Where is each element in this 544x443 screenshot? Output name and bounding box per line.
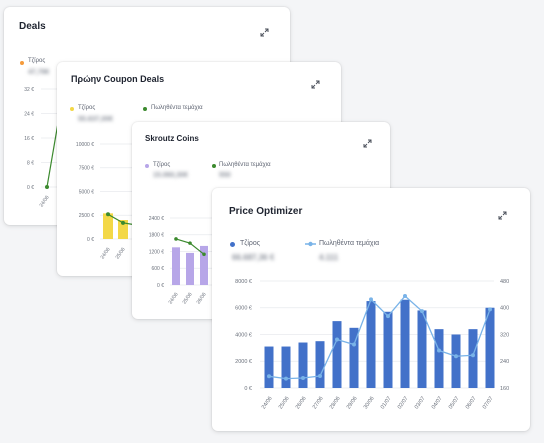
data-point [488,307,492,312]
y2-tick-label: 480 [500,279,509,285]
y-tick-label: 4000 € [235,332,252,338]
x-tick-label: 29/06 [346,396,359,411]
x-tick-label: 02/07 [397,396,410,411]
x-tick-label: 24/06 [168,292,180,306]
y-tick-label: 2400 € [149,216,165,222]
revenue-bar [103,213,113,239]
revenue-bar [434,329,444,388]
data-point [386,314,390,319]
data-point [335,337,339,342]
revenue-bar [264,346,274,388]
x-tick-label: 28/06 [329,396,342,411]
data-point [471,353,475,358]
data-point [45,185,49,189]
revenue-bar [298,342,308,388]
y-tick-label: 0 € [27,185,34,191]
revenue-bar [468,329,478,388]
y-tick-label: 0 € [87,237,94,243]
x-tick-label: 07/07 [482,396,495,411]
data-point [267,374,271,379]
y-tick-label: 600 € [151,266,164,272]
y-tick-label: 8000 € [235,279,252,285]
y-tick-label: 6000 € [235,306,252,312]
data-point [174,237,178,241]
x-tick-label: 25/06 [115,247,127,261]
x-tick-label: 24/06 [100,247,112,261]
revenue-bar [332,321,342,388]
y2-tick-label: 320 [500,332,509,338]
y-tick-label: 32 € [24,87,34,93]
x-tick-label: 05/07 [448,396,461,411]
x-tick-label: 04/07 [431,396,444,411]
y-tick-label: 0 € [244,386,252,392]
y-tick-label: 7500 € [79,166,95,172]
y-tick-label: 10000 € [76,142,94,148]
data-point [369,297,373,302]
data-point [437,348,441,353]
revenue-bar [400,299,410,388]
y-tick-label: 1800 € [149,233,165,239]
y2-tick-label: 400 [500,306,509,312]
y-tick-label: 8 € [27,160,34,166]
revenue-bar [383,311,393,388]
data-point [403,294,407,299]
data-point [106,212,110,217]
data-point [121,220,125,225]
y2-tick-label: 240 [500,359,509,365]
x-tick-label: 01/07 [380,396,393,411]
data-point [301,375,305,380]
revenue-bar [417,310,427,388]
units-line [175,238,205,255]
x-tick-label: 03/07 [414,396,427,411]
x-tick-label: 25/06 [278,396,291,411]
y-tick-label: 5000 € [79,189,95,195]
x-tick-label: 06/07 [465,396,478,411]
x-tick-label: 25/06 [182,292,194,306]
x-tick-label: 24/06 [39,195,51,209]
y-tick-label: 24 € [24,111,34,117]
data-point [188,241,192,245]
x-tick-label: 26/06 [196,292,208,306]
revenue-bar [281,346,291,388]
data-point [284,376,288,381]
x-tick-label: 27/06 [312,396,325,411]
revenue-bar [485,307,495,388]
y-tick-label: 2000 € [235,359,252,365]
data-point [352,342,356,347]
x-tick-label: 30/06 [363,396,376,411]
revenue-bar [451,334,461,388]
y2-tick-label: 160 [500,386,509,392]
revenue-bar [172,247,180,285]
revenue-bar [366,301,376,388]
price-optimizer-card: Price Optimizer Τζίρος Πωληθέντα τεμάχια… [212,188,530,431]
y-tick-label: 16 € [24,136,34,142]
y-tick-label: 1200 € [149,249,165,255]
optimizer-chart: 8000 € 6000 € 4000 € 2000 € 0 € 480 400 320 240 1… [235,279,509,411]
data-point [202,252,206,257]
data-point [318,373,322,378]
y-tick-label: 0 € [157,283,164,289]
y-tick-label: 2500 € [79,213,95,219]
data-point [454,354,458,359]
x-tick-label: 24/06 [261,396,274,411]
x-tick-label: 26/06 [295,396,308,411]
revenue-bar [315,341,325,388]
data-point [420,309,424,314]
revenue-bar [186,252,194,285]
